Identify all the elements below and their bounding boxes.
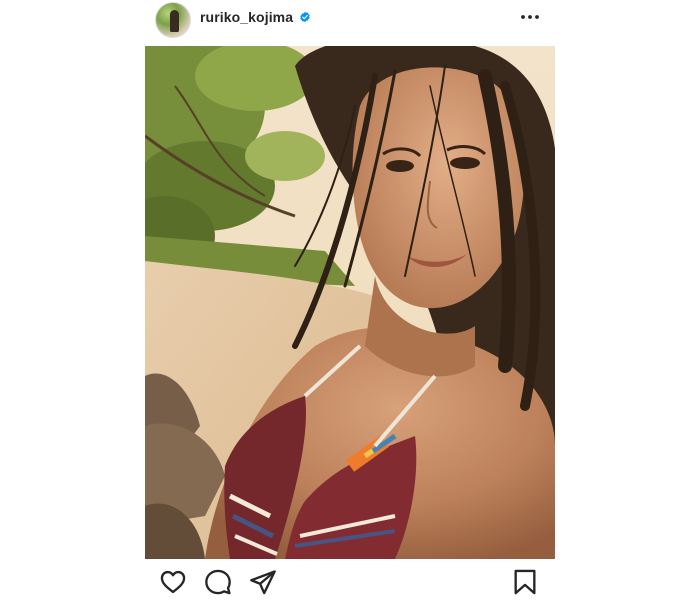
share-button[interactable] bbox=[249, 568, 277, 596]
instagram-post: ruriko_kojima bbox=[145, 0, 555, 600]
post-action-bar bbox=[145, 566, 555, 600]
username[interactable]: ruriko_kojima bbox=[200, 9, 293, 25]
bookmark-icon bbox=[514, 569, 536, 595]
like-button[interactable] bbox=[159, 568, 187, 596]
avatar[interactable] bbox=[155, 2, 191, 38]
comment-button[interactable] bbox=[204, 568, 232, 596]
more-options-icon[interactable] bbox=[517, 6, 543, 28]
post-photo[interactable] bbox=[145, 46, 555, 559]
comment-icon bbox=[205, 569, 231, 595]
share-icon bbox=[250, 570, 276, 595]
heart-icon bbox=[160, 570, 186, 594]
post-header: ruriko_kojima bbox=[145, 0, 555, 46]
username-link[interactable]: ruriko_kojima bbox=[200, 9, 311, 25]
verified-badge-icon bbox=[300, 11, 310, 23]
photo-illustration bbox=[145, 46, 555, 559]
save-button[interactable] bbox=[511, 568, 539, 596]
